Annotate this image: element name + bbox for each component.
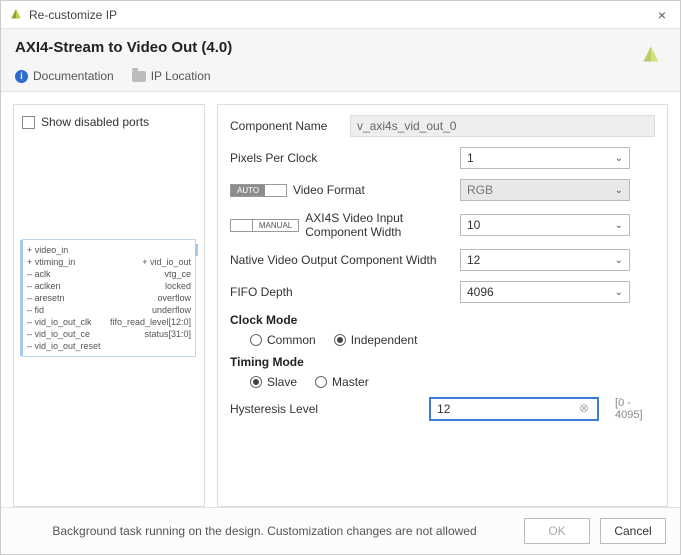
component-name-field: v_axi4s_vid_out_0: [350, 115, 655, 137]
window-title: Re-customize IP: [29, 8, 652, 22]
video-format-value: RGB: [467, 183, 493, 197]
port-left: aresetn: [27, 292, 65, 304]
clock-mode-independent-radio[interactable]: Independent: [334, 333, 418, 347]
footer: Background task running on the design. C…: [1, 507, 680, 554]
timing-master-label: Master: [332, 375, 369, 389]
input-width-label: AXI4S Video Input Component Width: [305, 211, 450, 239]
port-left: aclken: [27, 280, 61, 292]
clear-icon[interactable]: ⊗: [579, 401, 593, 415]
chevron-down-icon: ⌄: [615, 185, 623, 196]
port-right: underflow: [152, 304, 191, 316]
close-icon[interactable]: ×: [652, 7, 672, 23]
pixels-per-clock-label: Pixels Per Clock: [230, 151, 450, 165]
port-right: vtg_ce: [164, 268, 191, 280]
status-text: Background task running on the design. C…: [15, 524, 514, 538]
header: AXI4-Stream to Video Out (4.0) i Documen…: [1, 29, 680, 92]
hysteresis-label: Hysteresis Level: [230, 402, 419, 416]
port-right: vid_io_out: [142, 256, 191, 268]
port-left: vid_io_out_reset: [27, 340, 101, 352]
timing-slave-label: Slave: [267, 375, 297, 389]
hysteresis-range: [0 - 4095]: [615, 397, 655, 421]
input-width-select[interactable]: 10 ⌄: [460, 214, 630, 236]
ports-panel: Show disabled ports video_in vtiming_inv…: [13, 104, 205, 507]
ip-symbol: video_in vtiming_in vid_io_out aclk vtg_ce…: [22, 239, 196, 357]
video-format-label: Video Format: [293, 183, 365, 197]
timing-mode-master-radio[interactable]: Master: [315, 375, 369, 389]
fifo-depth-select[interactable]: 4096 ⌄: [460, 281, 630, 303]
hysteresis-input[interactable]: [429, 397, 599, 421]
show-disabled-ports-label: Show disabled ports: [41, 115, 149, 129]
page-title: AXI4-Stream to Video Out (4.0): [15, 39, 232, 56]
cancel-button[interactable]: Cancel: [600, 518, 666, 544]
documentation-link[interactable]: i Documentation: [15, 69, 114, 83]
chevron-down-icon: ⌄: [615, 255, 623, 266]
show-disabled-ports-checkbox[interactable]: [22, 116, 35, 129]
clock-mode-common-radio[interactable]: Common: [250, 333, 316, 347]
timing-mode-heading: Timing Mode: [230, 355, 655, 369]
port-left: fid: [27, 304, 44, 316]
ip-location-link[interactable]: IP Location: [132, 69, 211, 83]
output-width-label: Native Video Output Component Width: [230, 253, 450, 267]
titlebar: Re-customize IP ×: [1, 1, 680, 29]
input-width-manual-toggle[interactable]: MANUAL: [230, 219, 299, 232]
port-left: vid_io_out_clk: [27, 316, 92, 328]
vendor-logo-icon: [636, 39, 666, 69]
chevron-down-icon: ⌄: [615, 153, 623, 164]
port-right: status[31:0]: [144, 328, 191, 340]
video-format-auto-toggle[interactable]: AUTO: [230, 184, 287, 197]
documentation-label: Documentation: [33, 69, 114, 83]
clock-mode-heading: Clock Mode: [230, 313, 655, 327]
port-left: vtiming_in: [27, 256, 75, 268]
port-right: overflow: [157, 292, 191, 304]
port-left: aclk: [27, 268, 51, 280]
port-right: locked: [165, 280, 191, 292]
config-panel: Component Name v_axi4s_vid_out_0 Pixels …: [217, 104, 668, 507]
timing-mode-slave-radio[interactable]: Slave: [250, 375, 297, 389]
fifo-depth-value: 4096: [467, 285, 494, 299]
chevron-down-icon: ⌄: [615, 287, 623, 298]
ip-location-label: IP Location: [151, 69, 211, 83]
clock-independent-label: Independent: [351, 333, 418, 347]
output-width-select[interactable]: 12 ⌄: [460, 249, 630, 271]
output-width-value: 12: [467, 253, 480, 267]
clock-common-label: Common: [267, 333, 316, 347]
video-format-select: RGB ⌄: [460, 179, 630, 201]
input-width-value: 10: [467, 218, 480, 232]
pixels-per-clock-select[interactable]: 1 ⌄: [460, 147, 630, 169]
app-logo-icon: [9, 8, 23, 22]
port-right: fifo_read_level[12:0]: [110, 316, 191, 328]
info-icon: i: [15, 70, 28, 83]
port-left: video_in: [27, 244, 68, 256]
component-name-label: Component Name: [230, 119, 340, 133]
pixels-per-clock-value: 1: [467, 151, 474, 165]
folder-icon: [132, 71, 146, 82]
ok-button: OK: [524, 518, 590, 544]
port-left: vid_io_out_ce: [27, 328, 90, 340]
chevron-down-icon: ⌄: [615, 220, 623, 231]
fifo-depth-label: FIFO Depth: [230, 285, 450, 299]
